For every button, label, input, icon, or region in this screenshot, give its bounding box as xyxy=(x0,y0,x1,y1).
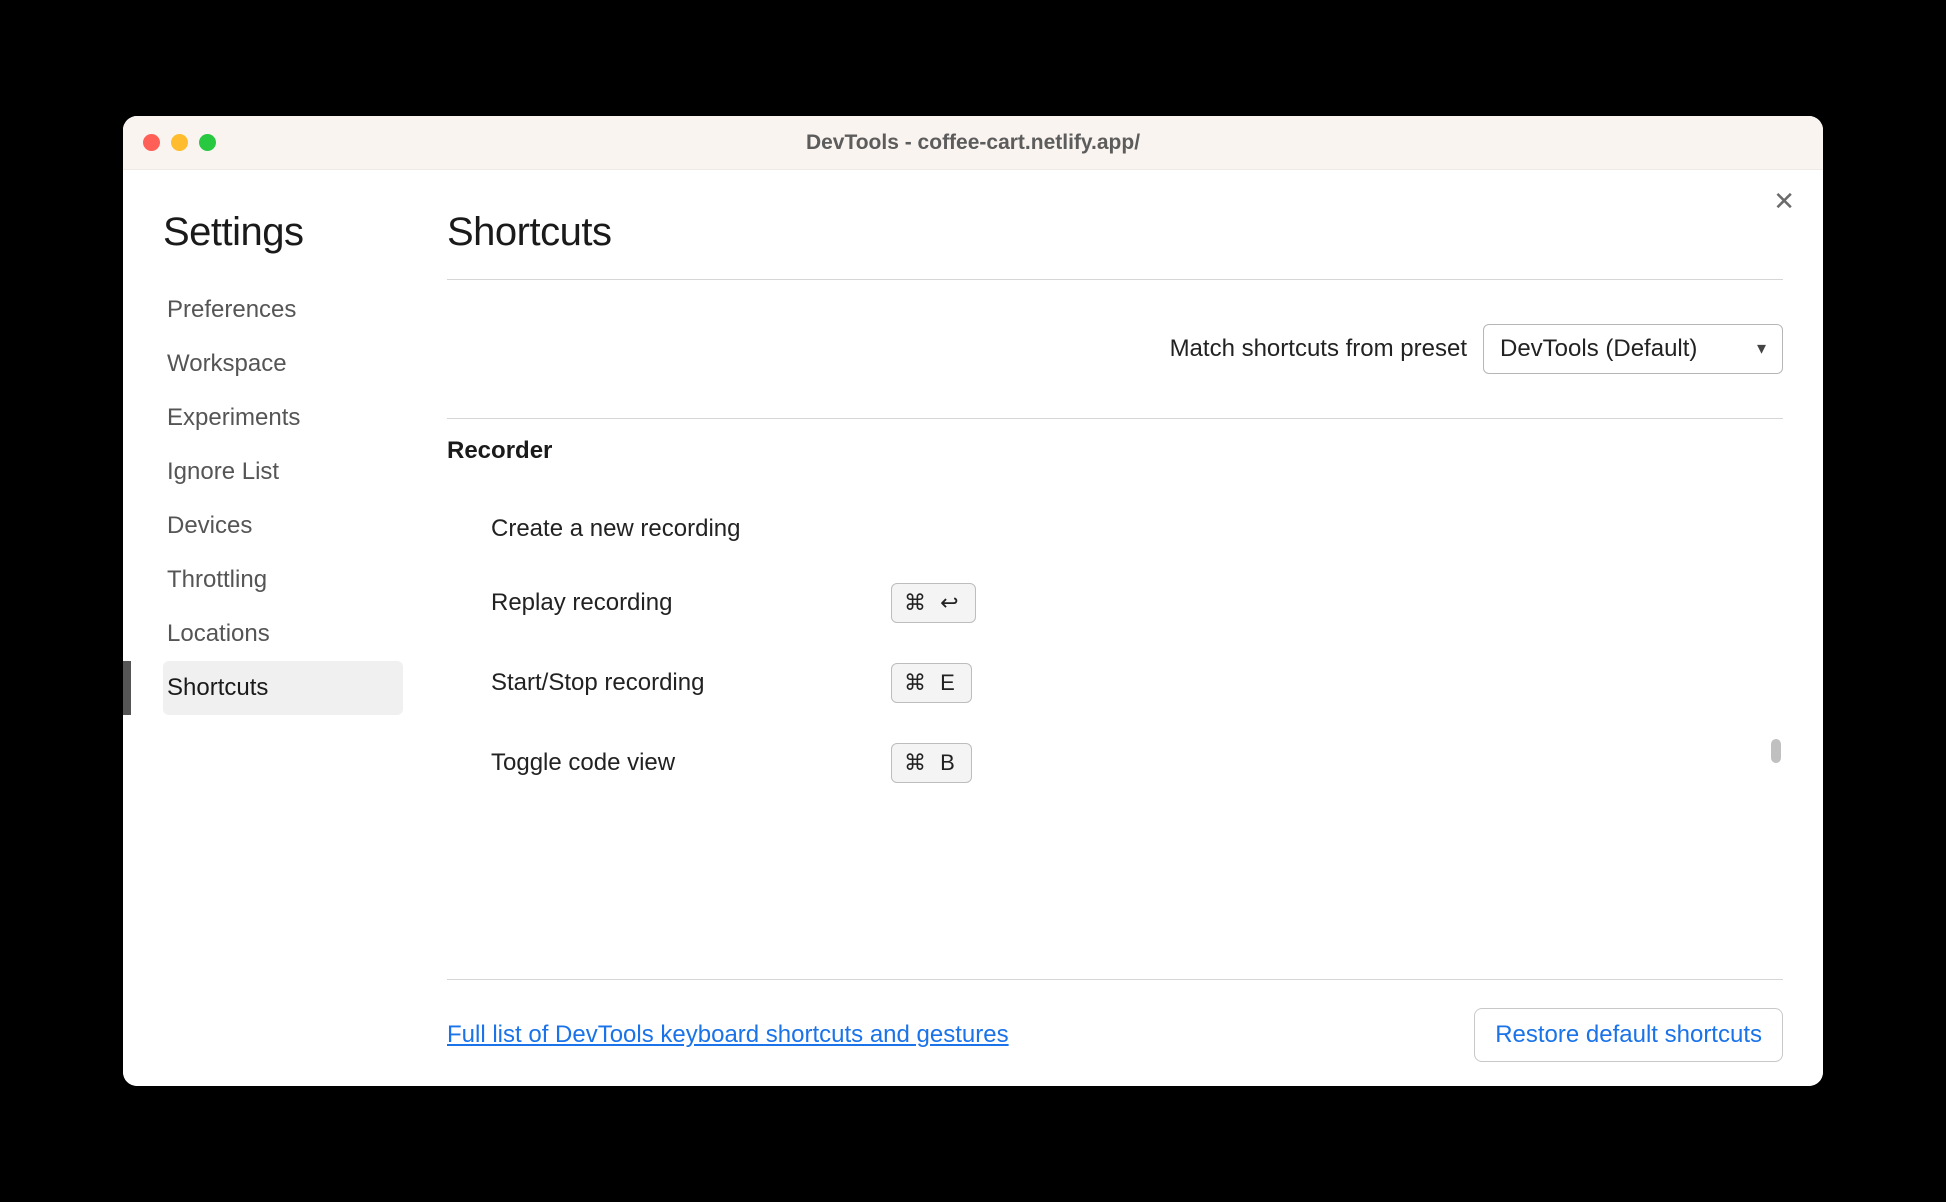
scrollbar-thumb[interactable] xyxy=(1771,739,1781,763)
sidebar-item-shortcuts[interactable]: Shortcuts xyxy=(163,661,403,715)
shortcuts-content: Recorder Create a new recording Replay r… xyxy=(447,418,1783,979)
shortcut-label: Replay recording xyxy=(491,589,891,617)
close-window-button[interactable] xyxy=(143,134,160,151)
sidebar-item-ignore-list[interactable]: Ignore List xyxy=(163,445,403,499)
shortcut-label: Start/Stop recording xyxy=(491,669,891,697)
restore-defaults-button[interactable]: Restore default shortcuts xyxy=(1474,1008,1783,1062)
shortcut-row-create-recording[interactable]: Create a new recording xyxy=(447,495,1783,563)
preset-row: Match shortcuts from preset DevTools (De… xyxy=(447,280,1783,418)
sidebar-item-locations[interactable]: Locations xyxy=(163,607,403,661)
section-title-recorder: Recorder xyxy=(447,437,1783,465)
settings-sidebar: Settings Preferences Workspace Experimen… xyxy=(123,170,403,1086)
preset-label: Match shortcuts from preset xyxy=(1170,335,1467,363)
key-badge: ⌘ ↩ xyxy=(891,583,976,623)
shortcut-label: Toggle code view xyxy=(491,749,891,777)
settings-main: Shortcuts Match shortcuts from preset De… xyxy=(403,170,1823,1086)
key-badge: ⌘ E xyxy=(891,663,972,703)
settings-footer: Full list of DevTools keyboard shortcuts… xyxy=(447,979,1783,1062)
shortcut-label: Create a new recording xyxy=(491,515,891,543)
shortcut-row-replay-recording[interactable]: Replay recording ⌘ ↩ xyxy=(447,563,1783,643)
traffic-lights xyxy=(143,134,216,151)
sidebar-title: Settings xyxy=(163,210,403,255)
shortcut-row-start-stop-recording[interactable]: Start/Stop recording ⌘ E xyxy=(447,643,1783,723)
settings-body: ✕ Settings Preferences Workspace Experim… xyxy=(123,170,1823,1086)
sidebar-item-preferences[interactable]: Preferences xyxy=(163,283,403,337)
window-titlebar: DevTools - coffee-cart.netlify.app/ xyxy=(123,116,1823,170)
devtools-settings-window: DevTools - coffee-cart.netlify.app/ ✕ Se… xyxy=(123,116,1823,1086)
sidebar-item-experiments[interactable]: Experiments xyxy=(163,391,403,445)
sidebar-item-throttling[interactable]: Throttling xyxy=(163,553,403,607)
minimize-window-button[interactable] xyxy=(171,134,188,151)
sidebar-item-workspace[interactable]: Workspace xyxy=(163,337,403,391)
sidebar-item-devices[interactable]: Devices xyxy=(163,499,403,553)
preset-select[interactable]: DevTools (Default) xyxy=(1483,324,1783,374)
key-badge: ⌘ B xyxy=(891,743,972,783)
zoom-window-button[interactable] xyxy=(199,134,216,151)
shortcut-row-toggle-code-view[interactable]: Toggle code view ⌘ B xyxy=(447,723,1783,803)
full-shortcuts-link[interactable]: Full list of DevTools keyboard shortcuts… xyxy=(447,1021,1009,1049)
window-title: DevTools - coffee-cart.netlify.app/ xyxy=(123,131,1823,155)
preset-select-value: DevTools (Default) xyxy=(1500,335,1697,362)
page-title: Shortcuts xyxy=(447,210,1783,280)
